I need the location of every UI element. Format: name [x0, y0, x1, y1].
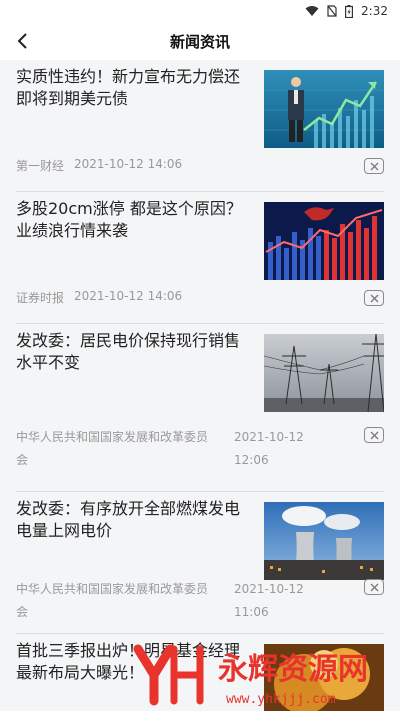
page-title: 新闻资讯 — [169, 32, 230, 51]
news-thumbnail-power-plant — [264, 502, 384, 580]
svg-text:www.yhkjjj.com: www.yhkjjj.com — [226, 692, 336, 707]
news-thumbnail-power-towers — [264, 334, 384, 412]
news-headline: 实质性违约！新力宣布无力偿还即将到期美元债 — [16, 67, 241, 108]
news-item[interactable]: 发改委：居民电价保持现行销售水平不变 中华人民共和国国家发展和改革委员会 202… — [16, 324, 384, 492]
news-date: 2021-10-12 14:06 — [74, 157, 183, 171]
news-meta: 证券时报 2021-10-12 14:06 — [16, 289, 182, 306]
status-bar: 2:32 — [0, 0, 400, 22]
battery-icon — [345, 4, 354, 18]
news-source: 证券时报 — [16, 291, 65, 305]
dismiss-button[interactable] — [364, 579, 384, 595]
news-meta: 中华人民共和国国家发展和改革委员会 2021-10-12 11:06 — [16, 578, 304, 624]
back-button[interactable] — [10, 28, 36, 54]
news-headline: 发改委：有序放开全部燃煤发电电量上网电价 — [16, 499, 241, 540]
watermark: 永辉资源网 www.yhkjjj.com — [130, 635, 390, 711]
news-thumbnail-businessman — [264, 70, 384, 148]
news-meta: 中华人民共和国国家发展和改革委员会 2021-10-12 12:06 — [16, 426, 304, 472]
dismiss-button[interactable] — [364, 290, 384, 306]
news-list: 实质性违约！新力宣布无力偿还即将到期美元债 第一财经 2021-10-12 14… — [0, 60, 400, 711]
close-icon — [370, 294, 378, 302]
news-source: 第一财经 — [16, 159, 65, 173]
close-icon — [370, 431, 378, 439]
close-icon — [370, 583, 378, 591]
news-item[interactable]: 发改委：有序放开全部燃煤发电电量上网电价 中华人民共和国国家发展和改革委员会 2… — [16, 492, 384, 634]
news-source: 中华人民共和国国家发展和改革委员会 — [16, 582, 209, 619]
svg-text:永辉资源网: 永辉资源网 — [218, 652, 368, 687]
no-sim-icon — [327, 5, 337, 17]
news-source: 中华人民共和国国家发展和改革委员会 — [16, 430, 209, 467]
wifi-icon — [305, 5, 319, 17]
chevron-left-icon — [17, 33, 27, 49]
dismiss-button[interactable] — [364, 427, 384, 443]
news-date: 2021-10-12 12:06 — [234, 430, 304, 467]
news-headline: 多股20cm涨停 都是这个原因？业绩浪行情来袭 — [16, 199, 242, 240]
news-date: 2021-10-12 14:06 — [74, 289, 183, 303]
status-time: 2:32 — [361, 4, 388, 18]
news-headline: 发改委：居民电价保持现行销售水平不变 — [16, 331, 241, 372]
watermark-logo-icon: 永辉资源网 www.yhkjjj.com — [133, 644, 368, 707]
dismiss-button[interactable] — [364, 158, 384, 174]
close-icon — [370, 162, 378, 170]
news-item[interactable]: 实质性违约！新力宣布无力偿还即将到期美元债 第一财经 2021-10-12 14… — [16, 60, 384, 192]
title-bar: 新闻资讯 — [0, 22, 400, 60]
news-meta: 第一财经 2021-10-12 14:06 — [16, 157, 182, 174]
news-date: 2021-10-12 11:06 — [234, 582, 304, 619]
news-thumbnail-stock-chart — [264, 202, 384, 280]
news-item[interactable]: 多股20cm涨停 都是这个原因？业绩浪行情来袭 证券时报 2021-10-12 … — [16, 192, 384, 324]
